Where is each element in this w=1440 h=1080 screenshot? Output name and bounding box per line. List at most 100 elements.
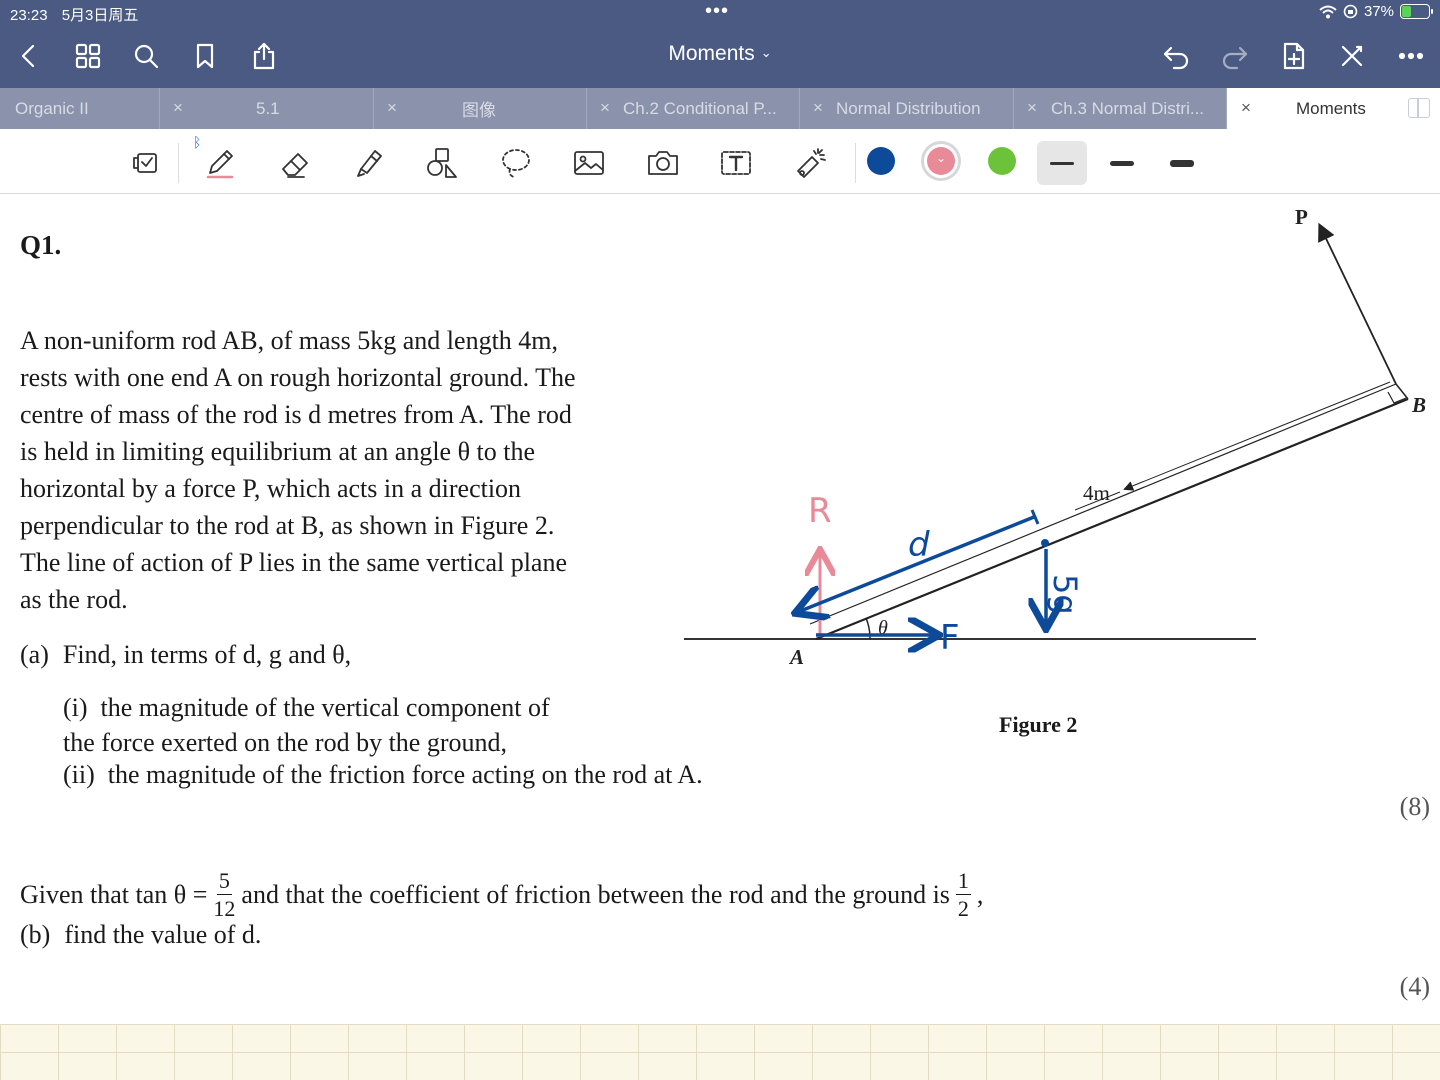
- add-page-button[interactable]: [1277, 38, 1311, 74]
- undo-button[interactable]: [1159, 38, 1193, 74]
- read-mode-icon: [133, 153, 157, 173]
- tab-label: Moments: [1296, 98, 1366, 118]
- image-icon: [574, 151, 604, 175]
- color-swatch-green[interactable]: [988, 147, 1016, 175]
- tab-label: 图像: [462, 101, 496, 120]
- part-a-i-label: (i): [63, 693, 88, 722]
- stroke-thick-preview: [1170, 159, 1194, 167]
- note-page[interactable]: Q1. A non-uniform rod AB, of mass 5kg an…: [0, 194, 1440, 1024]
- given-end: ,: [976, 880, 984, 909]
- status-clock: 23:23: [10, 7, 48, 24]
- length-dimension-line: [1123, 381, 1391, 491]
- drawing-toolbar: ᛒ: [0, 129, 1440, 194]
- eraser-tool[interactable]: [274, 141, 318, 185]
- pen-tool[interactable]: [198, 141, 242, 185]
- lasso-icon: [502, 149, 530, 178]
- lasso-tool[interactable]: [494, 141, 538, 185]
- battery-icon: [1400, 4, 1433, 19]
- rod-lower-edge: [815, 397, 1409, 641]
- marks-part-a: (8): [1399, 792, 1430, 821]
- close-pen-button[interactable]: [1335, 38, 1369, 74]
- close-icon[interactable]: ×: [1241, 98, 1251, 118]
- document-title-label: Moments: [668, 42, 755, 65]
- tan-fraction: 5 12: [213, 870, 235, 920]
- grid-paper-next-page[interactable]: [0, 1024, 1440, 1080]
- part-a-text: Find, in terms of d, g and θ,: [62, 640, 352, 669]
- read-mode-button[interactable]: [125, 141, 169, 185]
- part-a-i: (i) the magnitude of the vertical compon…: [63, 690, 663, 760]
- close-icon[interactable]: ×: [1027, 98, 1037, 118]
- camera-tool[interactable]: [641, 141, 685, 185]
- status-time: 23:23 5月3日周五: [10, 4, 148, 25]
- shapes-tool[interactable]: [420, 141, 464, 185]
- question-number: Q1.: [20, 230, 62, 260]
- bluetooth-icon: ᛒ: [193, 135, 202, 151]
- part-b: (b) find the value of d.: [20, 920, 261, 950]
- close-pen-icon: [1341, 45, 1363, 67]
- eraser-icon: [282, 153, 308, 178]
- multitasking-dots[interactable]: •••: [705, 0, 729, 23]
- annotation-weight: 5g: [1046, 574, 1084, 615]
- close-icon[interactable]: ×: [813, 98, 823, 118]
- tab-ch3-normal[interactable]: × Ch.3 Normal Distri...: [1014, 88, 1227, 129]
- annotation-r: R: [808, 491, 832, 531]
- question-paragraph: A non-uniform rod AB, of mass 5kg and le…: [20, 322, 670, 618]
- tab-bar: Organic II × 5.1 × 图像 × Ch.2 Conditional…: [0, 88, 1440, 129]
- stroke-medium-preview: [1110, 160, 1134, 166]
- tan-denominator: 12: [213, 896, 236, 921]
- close-icon[interactable]: ×: [387, 98, 397, 118]
- wifi-icon: [1319, 5, 1337, 18]
- annotation-d: d: [908, 525, 930, 565]
- laser-pointer-icon: [797, 148, 826, 178]
- close-icon[interactable]: ×: [173, 98, 183, 118]
- mu-numerator: 1: [955, 868, 971, 895]
- color-swatch-navy[interactable]: [867, 147, 895, 175]
- length-label: 4m: [1083, 481, 1110, 505]
- shapes-icon: [427, 148, 457, 178]
- tab-image[interactable]: × 图像: [374, 88, 587, 129]
- label-b: B: [1411, 393, 1426, 417]
- given-statement: Given that tan θ = 5 12 and that the coef…: [20, 870, 983, 920]
- question-line: as the rod.: [20, 585, 128, 614]
- tab-normal-distribution[interactable]: × Normal Distribution: [800, 88, 1014, 129]
- more-button[interactable]: [1394, 38, 1428, 74]
- given-mid: and that the coefficient of friction bet…: [241, 880, 950, 909]
- chevron-down-icon: ⌄: [760, 45, 772, 60]
- tab-organic-ii[interactable]: Organic II: [0, 88, 160, 129]
- question-line: centre of mass of the rod is d metres fr…: [20, 400, 572, 429]
- status-indicators: 37%: [1319, 3, 1433, 20]
- highlighter-icon: [357, 150, 382, 177]
- split-view-icon[interactable]: [1408, 98, 1430, 118]
- tab-5-1[interactable]: × 5.1: [160, 88, 374, 129]
- toolbar-divider: [855, 143, 856, 183]
- close-icon[interactable]: ×: [600, 98, 610, 118]
- color-swatch-pink[interactable]: [927, 147, 955, 175]
- stroke-thin-button[interactable]: [1037, 141, 1087, 185]
- part-b-label: (b): [20, 920, 51, 949]
- centre-of-mass-dot: [1041, 539, 1049, 547]
- highlighter-tool[interactable]: [347, 141, 391, 185]
- image-tool[interactable]: [567, 141, 611, 185]
- laser-pointer-tool[interactable]: [788, 141, 832, 185]
- tab-label: Organic II: [15, 98, 89, 118]
- tan-numerator: 5: [216, 868, 232, 895]
- camera-icon: [648, 151, 678, 175]
- question-line: rests with one end A on rough horizontal…: [20, 363, 576, 392]
- text-icon: [721, 151, 751, 175]
- text-tool[interactable]: [714, 141, 758, 185]
- question-line: horizontal by a force P, which acts in a…: [20, 474, 522, 503]
- question-line: is held in limiting equilibrium at an an…: [20, 437, 536, 466]
- part-a: (a) Find, in terms of d, g and θ,: [20, 640, 351, 670]
- redo-icon: [1222, 46, 1248, 70]
- marks-part-b: (4): [1399, 972, 1430, 1001]
- stroke-thick-button[interactable]: [1157, 141, 1207, 185]
- battery-fill: [1402, 6, 1411, 17]
- part-a-i-text-cont: the force exerted on the rod by the grou…: [63, 728, 508, 757]
- more-icon: [1398, 52, 1424, 60]
- tab-ch2-conditional[interactable]: × Ch.2 Conditional P...: [587, 88, 800, 129]
- redo-button[interactable]: [1218, 38, 1252, 74]
- add-page-icon: [1283, 42, 1305, 70]
- battery-percent: 37%: [1363, 3, 1394, 20]
- stroke-medium-button[interactable]: [1097, 141, 1147, 185]
- undo-icon: [1163, 46, 1189, 70]
